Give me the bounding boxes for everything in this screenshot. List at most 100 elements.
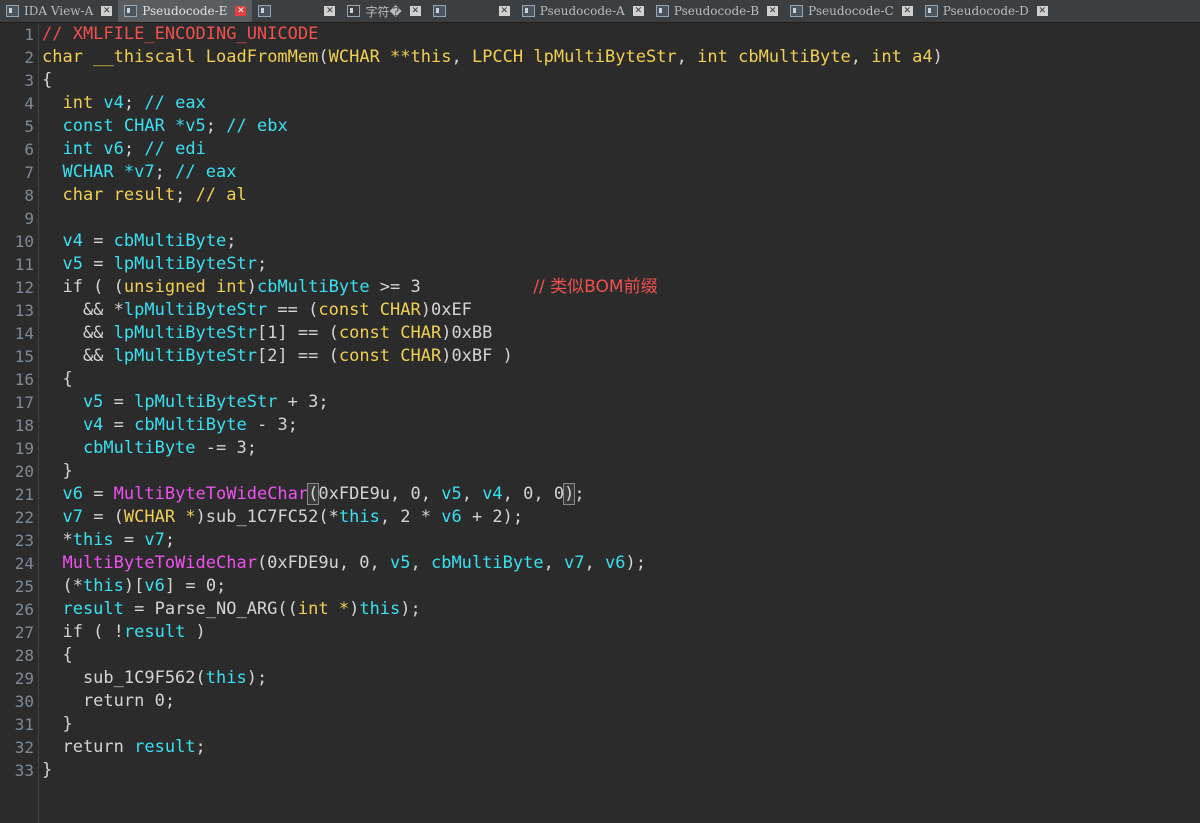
- line-number: 31: [14, 715, 34, 734]
- tab-2[interactable]: ✕: [252, 0, 341, 22]
- line-number: 29: [14, 669, 34, 688]
- code-line[interactable]: 6 int v6; // edi: [0, 138, 1200, 161]
- code-token: [2] == (: [256, 346, 339, 366]
- line-number: 21: [14, 485, 34, 504]
- pseudocode-editor[interactable]: 1 // XMLFILE_ENCODING_UNICODE 2 char __this…: [0, 23, 1200, 823]
- code-line[interactable]: 29 sub_1C9F562(this);: [0, 667, 1200, 690]
- close-icon[interactable]: ✕: [767, 6, 779, 16]
- code-text: int v6; // edi: [42, 138, 205, 161]
- code-text: v6 = MultiByteToWideChar(0xFDE9u, 0, v5,…: [42, 483, 585, 506]
- code-line[interactable]: 31 }: [0, 713, 1200, 736]
- tab-6[interactable]: Pseudocode-B ✕: [650, 0, 784, 22]
- code-line[interactable]: 11 v5 = lpMultiByteStr;: [0, 253, 1200, 276]
- code-line[interactable]: 9: [0, 207, 1200, 230]
- code-token: v4: [103, 93, 124, 113]
- code-token: cbMultiByte: [738, 47, 851, 67]
- code-token: a4: [912, 47, 933, 67]
- code-line[interactable]: 4 int v4; // eax: [0, 92, 1200, 115]
- code-line[interactable]: 15 && lpMultiByteStr[2] == (const CHAR)0…: [0, 345, 1200, 368]
- code-line[interactable]: 8 char result; // al: [0, 184, 1200, 207]
- tab-7[interactable]: Pseudocode-C ✕: [784, 0, 919, 22]
- code-line[interactable]: 27 if ( !result ): [0, 621, 1200, 644]
- code-line[interactable]: 12 if ( (unsigned int)cbMultiByte >= 3 /…: [0, 276, 1200, 299]
- close-icon[interactable]: ✕: [1036, 6, 1048, 16]
- pseudocode-icon: [124, 5, 138, 17]
- code-token: ): [932, 47, 943, 67]
- code-line[interactable]: 17 v5 = lpMultiByteStr + 3;: [0, 391, 1200, 414]
- code-text: MultiByteToWideChar(0xFDE9u, 0, v5, cbMu…: [42, 552, 646, 575]
- code-line[interactable]: 33}: [0, 759, 1200, 782]
- tab-3[interactable]: 字符� ✕: [341, 0, 426, 22]
- code-line[interactable]: 16 {: [0, 368, 1200, 391]
- code-token: );: [246, 668, 268, 688]
- close-icon[interactable]: ✕: [324, 6, 336, 16]
- code-line[interactable]: 23 *this = v7;: [0, 529, 1200, 552]
- code-text: char __thiscall LoadFromMem(WCHAR **this…: [42, 46, 943, 69]
- close-icon[interactable]: ✕: [235, 6, 247, 16]
- close-icon[interactable]: ✕: [632, 6, 644, 16]
- code-token: *: [42, 530, 73, 550]
- code-token: v5: [390, 553, 411, 573]
- code-line[interactable]: 14 && lpMultiByteStr[1] == (const CHAR)0…: [0, 322, 1200, 345]
- code-text: sub_1C9F562(this);: [42, 667, 267, 690]
- code-line[interactable]: 5 const CHAR *v5; // ebx: [0, 115, 1200, 138]
- close-icon[interactable]: ✕: [101, 6, 113, 16]
- code-line[interactable]: 30 return 0;: [0, 690, 1200, 713]
- close-icon[interactable]: ✕: [409, 6, 421, 16]
- code-token: this: [72, 530, 114, 550]
- code-line[interactable]: 18 v4 = cbMultiByte - 3;: [0, 414, 1200, 437]
- code-text: }: [42, 460, 73, 483]
- code-text: && *lpMultiByteStr == (const CHAR)0xEF: [42, 299, 472, 322]
- code-line[interactable]: 20 }: [0, 460, 1200, 483]
- line-number: 27: [14, 623, 34, 642]
- code-token: // ebx: [226, 116, 288, 136]
- code-text: return result;: [42, 736, 205, 759]
- code-token: v6: [144, 576, 165, 596]
- code-line[interactable]: 10 v4 = cbMultiByte;: [0, 230, 1200, 253]
- code-token: this: [359, 599, 401, 619]
- tab-5[interactable]: Pseudocode-A ✕: [516, 0, 650, 22]
- code-line[interactable]: 3{: [0, 69, 1200, 92]
- code-token: v5: [441, 484, 462, 504]
- code-token: ,: [461, 484, 483, 504]
- code-line[interactable]: 1 // XMLFILE_ENCODING_UNICODE: [0, 23, 1200, 46]
- code-token: v6: [605, 553, 626, 573]
- code-token: }: [42, 461, 73, 481]
- line-number: 2: [24, 48, 34, 67]
- code-token: -= 3;: [195, 438, 257, 458]
- line-number: 22: [14, 508, 34, 527]
- code-line[interactable]: 28 {: [0, 644, 1200, 667]
- tab-0[interactable]: IDA View-A ✕: [0, 0, 118, 22]
- code-line[interactable]: 21 v6 = MultiByteToWideChar(0xFDE9u, 0, …: [0, 483, 1200, 506]
- tab-4[interactable]: ✕: [427, 0, 516, 22]
- close-icon[interactable]: ✕: [901, 6, 913, 16]
- code-token: // 类似BOM前缀: [533, 277, 658, 297]
- code-line[interactable]: 2 char __thiscall LoadFromMem(WCHAR **thi…: [0, 46, 1200, 69]
- code-token: sub_1C9F562(: [42, 668, 206, 688]
- line-number: 28: [14, 646, 34, 665]
- code-token: MultiByteToWideChar: [42, 553, 257, 573]
- code-token: )0xBF ): [441, 346, 513, 366]
- code-token: char: [42, 185, 114, 205]
- tab-label: Pseudocode-A: [539, 4, 625, 18]
- code-token: =: [103, 415, 135, 435]
- tab-1[interactable]: Pseudocode-E ✕: [118, 0, 253, 22]
- code-token: - 3;: [246, 415, 298, 435]
- code-token: unsigned int: [123, 277, 247, 297]
- tab-8[interactable]: Pseudocode-D ✕: [919, 0, 1054, 22]
- tab-label: Pseudocode-C: [808, 4, 894, 18]
- line-number: 5: [24, 117, 34, 136]
- code-line[interactable]: 25 (*this)[v6] = 0;: [0, 575, 1200, 598]
- code-line[interactable]: 13 && *lpMultiByteStr == (const CHAR)0xE…: [0, 299, 1200, 322]
- code-line[interactable]: 7 WCHAR *v7; // eax: [0, 161, 1200, 184]
- code-line[interactable]: 19 cbMultiByte -= 3;: [0, 437, 1200, 460]
- code-token: lpMultiByteStr: [123, 300, 268, 320]
- line-number: 19: [14, 439, 34, 458]
- code-line[interactable]: 32 return result;: [0, 736, 1200, 759]
- blank-icon: [347, 5, 361, 17]
- code-line[interactable]: 22 v7 = (WCHAR *)sub_1C7FC52(*this, 2 * …: [0, 506, 1200, 529]
- close-icon[interactable]: ✕: [498, 6, 510, 16]
- code-token: v6: [441, 507, 462, 527]
- code-line[interactable]: 26 result = Parse_NO_ARG((int *)this);: [0, 598, 1200, 621]
- code-line[interactable]: 24 MultiByteToWideChar(0xFDE9u, 0, v5, c…: [0, 552, 1200, 575]
